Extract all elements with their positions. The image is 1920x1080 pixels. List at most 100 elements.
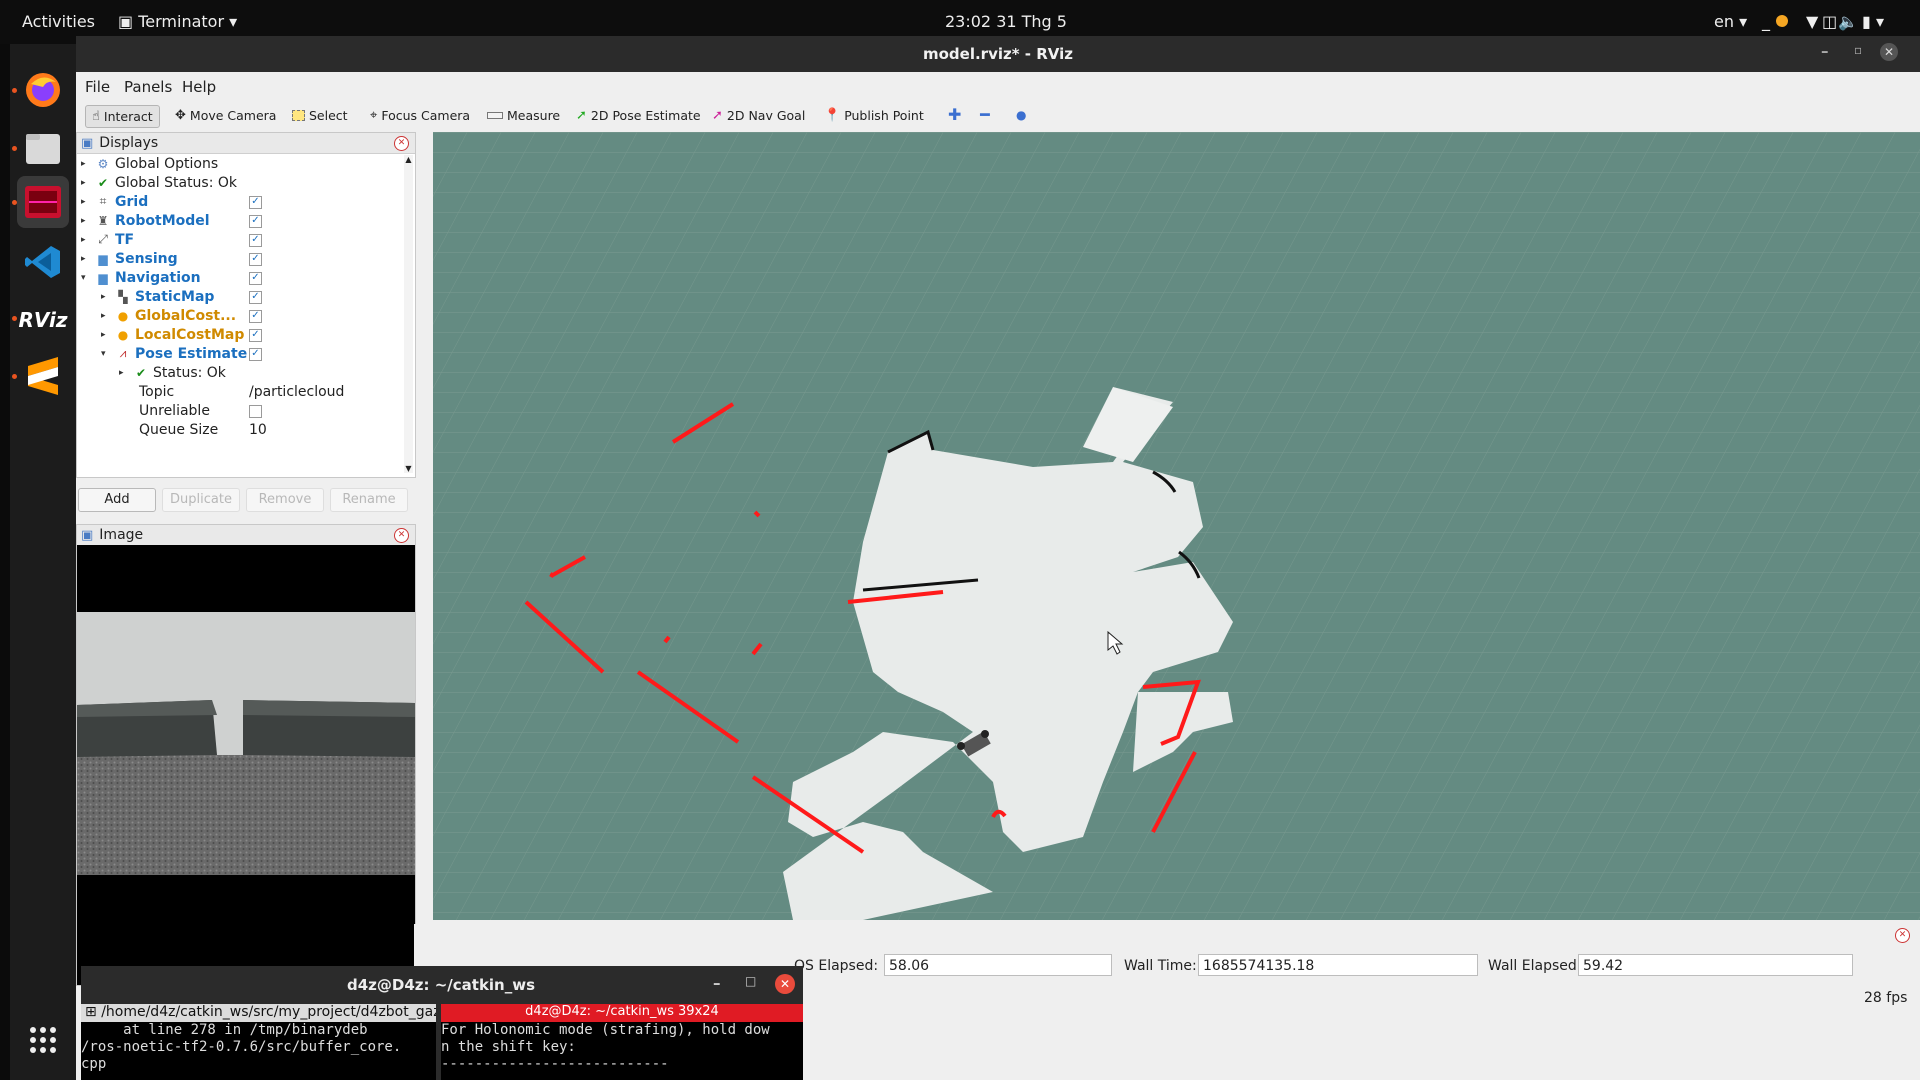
expand-arrow-icon[interactable]: ▸ xyxy=(101,311,115,321)
queue-size-value[interactable]: 10 xyxy=(249,420,267,439)
tool-move-camera[interactable]: ✥ Move Camera xyxy=(175,108,276,123)
rviz-title-bar[interactable]: model.rviz* - RViz – ▫ ✕ xyxy=(76,36,1920,72)
maximize-button[interactable]: ▫ xyxy=(1854,43,1862,57)
app-grid-icon[interactable] xyxy=(17,1014,69,1066)
tree-pose-estimate[interactable]: ▾ ⩘ Pose Estimate xyxy=(101,344,247,363)
tree-pose-status[interactable]: ▸ ✔ Status: Ok xyxy=(119,363,226,382)
panel-close-icon[interactable]: ✕ xyxy=(394,136,409,151)
tree-localcostmap[interactable]: ▸ ● LocalCostMap xyxy=(101,325,244,344)
expand-arrow-icon[interactable]: ▸ xyxy=(81,178,95,188)
expand-arrow-icon[interactable]: ▸ xyxy=(101,292,115,302)
close-button[interactable]: ✕ xyxy=(1880,43,1898,61)
tool-measure[interactable]: Measure xyxy=(487,108,560,123)
tree-global-options[interactable]: ▸ ⚙ Global Options xyxy=(81,154,218,173)
remove-button[interactable]: Remove xyxy=(246,488,324,512)
rviz-icon[interactable]: RViz xyxy=(17,294,69,346)
globalcostmap-checkbox[interactable]: ✓ xyxy=(249,310,262,323)
tree-tf[interactable]: ▸ ⤢ TF xyxy=(81,230,134,249)
panel-close-icon[interactable]: ✕ xyxy=(1895,928,1910,943)
menu-bar: File Panels Help xyxy=(76,72,1920,100)
tree-grid[interactable]: ▸ ⌗ Grid xyxy=(81,192,148,211)
tool-2d-pose-estimate[interactable]: ➚ 2D Pose Estimate xyxy=(576,108,701,123)
robotmodel-checkbox[interactable]: ✓ xyxy=(249,215,262,228)
expand-arrow-icon[interactable]: ▸ xyxy=(119,368,133,378)
vscode-icon[interactable] xyxy=(17,236,69,288)
menu-file[interactable]: File xyxy=(85,78,110,96)
move-arrows-icon: ✥ xyxy=(175,108,186,123)
tree-label: LocalCostMap xyxy=(135,326,245,343)
tf-checkbox[interactable]: ✓ xyxy=(249,234,262,247)
staticmap-checkbox[interactable]: ✓ xyxy=(249,291,262,304)
terminal-pane-right[interactable]: d4z@D4z: ~/catkin_ws 39x24 For Holonomic… xyxy=(441,1004,803,1080)
navigation-checkbox[interactable]: ✓ xyxy=(249,272,262,285)
add-tool-icon[interactable]: ✚ xyxy=(948,105,961,124)
rename-button[interactable]: Rename xyxy=(330,488,408,512)
tree-navigation[interactable]: ▾ ▆ Navigation xyxy=(81,268,201,287)
expand-arrow-icon[interactable]: ▸ xyxy=(81,197,95,207)
panel-close-icon[interactable]: ✕ xyxy=(394,528,409,543)
battery-icon[interactable]: ▮ xyxy=(1862,12,1871,31)
grid-checkbox[interactable]: ✓ xyxy=(249,196,262,209)
topic-value[interactable]: /particlecloud xyxy=(249,382,344,401)
collapse-arrow-icon[interactable]: ▾ xyxy=(101,349,115,359)
tree-queue-size[interactable]: Queue Size xyxy=(139,420,218,439)
tree-topic[interactable]: Topic xyxy=(139,382,174,401)
tool-focus-camera[interactable]: ⌖ Focus Camera xyxy=(370,108,470,123)
tool-select[interactable]: Select xyxy=(292,108,348,123)
tree-robotmodel[interactable]: ▸ ♜ RobotModel xyxy=(81,211,210,230)
terminator-icon[interactable] xyxy=(17,176,69,228)
network-icon[interactable]: ◫ xyxy=(1822,12,1837,31)
tool-properties-icon[interactable]: ● xyxy=(1016,108,1026,122)
folder-icon: ▆ xyxy=(98,251,108,266)
files-icon[interactable] xyxy=(17,122,69,174)
menu-panels[interactable]: Panels xyxy=(124,78,172,96)
duplicate-button[interactable]: Duplicate xyxy=(162,488,240,512)
app-menu[interactable]: ▣ Terminator ▾ xyxy=(118,12,237,31)
sensing-checkbox[interactable]: ✓ xyxy=(249,253,262,266)
clock[interactable]: 23:02 31 Thg 5 xyxy=(945,12,1067,31)
add-button[interactable]: Add xyxy=(78,488,156,512)
scroll-down-icon[interactable]: ▼ xyxy=(404,464,413,473)
tool-2d-nav-goal[interactable]: ➚ 2D Nav Goal xyxy=(712,108,805,123)
expand-arrow-icon[interactable]: ▸ xyxy=(81,159,95,169)
sublime-icon[interactable] xyxy=(17,350,69,402)
system-menu-icon[interactable]: ▾ xyxy=(1876,12,1884,31)
terminator-title-bar[interactable]: d4z@D4z: ~/catkin_ws – □ ✕ xyxy=(81,966,803,1004)
unreliable-checkbox[interactable] xyxy=(249,405,262,418)
tool-interact[interactable]: ☝ Interact xyxy=(85,105,160,128)
tree-global-status[interactable]: ▸ ✔ Global Status: Ok xyxy=(81,173,237,192)
image-panel-header: ▣ Image ✕ xyxy=(77,525,415,546)
displays-scrollbar[interactable]: ▲ ▼ xyxy=(404,155,413,473)
localcostmap-checkbox[interactable]: ✓ xyxy=(249,329,262,342)
tree-globalcostmap[interactable]: ▸ ● GlobalCost... xyxy=(101,306,236,325)
minimize-button[interactable]: – xyxy=(1821,42,1829,60)
wall-time-field[interactable]: 1685574135.18 xyxy=(1198,954,1478,976)
terminal-tab-left[interactable]: ⊞ /home/d4z/catkin_ws/src/my_project/d4z… xyxy=(81,1004,436,1022)
menu-help[interactable]: Help xyxy=(182,78,216,96)
minimize-button[interactable]: – xyxy=(713,974,721,992)
collapse-arrow-icon[interactable]: ▾ xyxy=(81,273,95,283)
expand-arrow-icon[interactable]: ▸ xyxy=(81,254,95,264)
tree-unreliable[interactable]: Unreliable xyxy=(139,401,210,420)
ros-elapsed-field[interactable]: 58.06 xyxy=(884,954,1112,976)
remove-tool-icon[interactable]: ━ xyxy=(980,105,990,124)
close-button[interactable]: ✕ xyxy=(775,974,795,994)
firefox-icon[interactable] xyxy=(17,64,69,116)
maximize-button[interactable]: □ xyxy=(745,974,756,988)
tree-sensing[interactable]: ▸ ▆ Sensing xyxy=(81,249,178,268)
expand-arrow-icon[interactable]: ▸ xyxy=(101,330,115,340)
terminal-pane-left[interactable]: ⊞ /home/d4z/catkin_ws/src/my_project/d4z… xyxy=(81,1004,436,1080)
tool-publish-point[interactable]: 📍 Publish Point xyxy=(824,108,924,123)
expand-arrow-icon[interactable]: ▸ xyxy=(81,235,95,245)
wall-elapsed-field[interactable]: 59.42 xyxy=(1578,954,1853,976)
3d-view[interactable]: ◂ xyxy=(433,132,1920,920)
terminal-tab-right[interactable]: d4z@D4z: ~/catkin_ws 39x24 xyxy=(441,1004,803,1022)
wifi-icon[interactable]: ▼ xyxy=(1806,12,1818,31)
volume-icon[interactable]: 🔈 xyxy=(1838,12,1858,31)
pose-estimate-checkbox[interactable]: ✓ xyxy=(249,348,262,361)
expand-arrow-icon[interactable]: ▸ xyxy=(81,216,95,226)
activities-button[interactable]: Activities xyxy=(22,12,95,31)
scroll-up-icon[interactable]: ▲ xyxy=(404,155,413,164)
tree-staticmap[interactable]: ▸ ▚ StaticMap xyxy=(101,287,214,306)
language-indicator[interactable]: en ▾ xyxy=(1714,12,1747,31)
